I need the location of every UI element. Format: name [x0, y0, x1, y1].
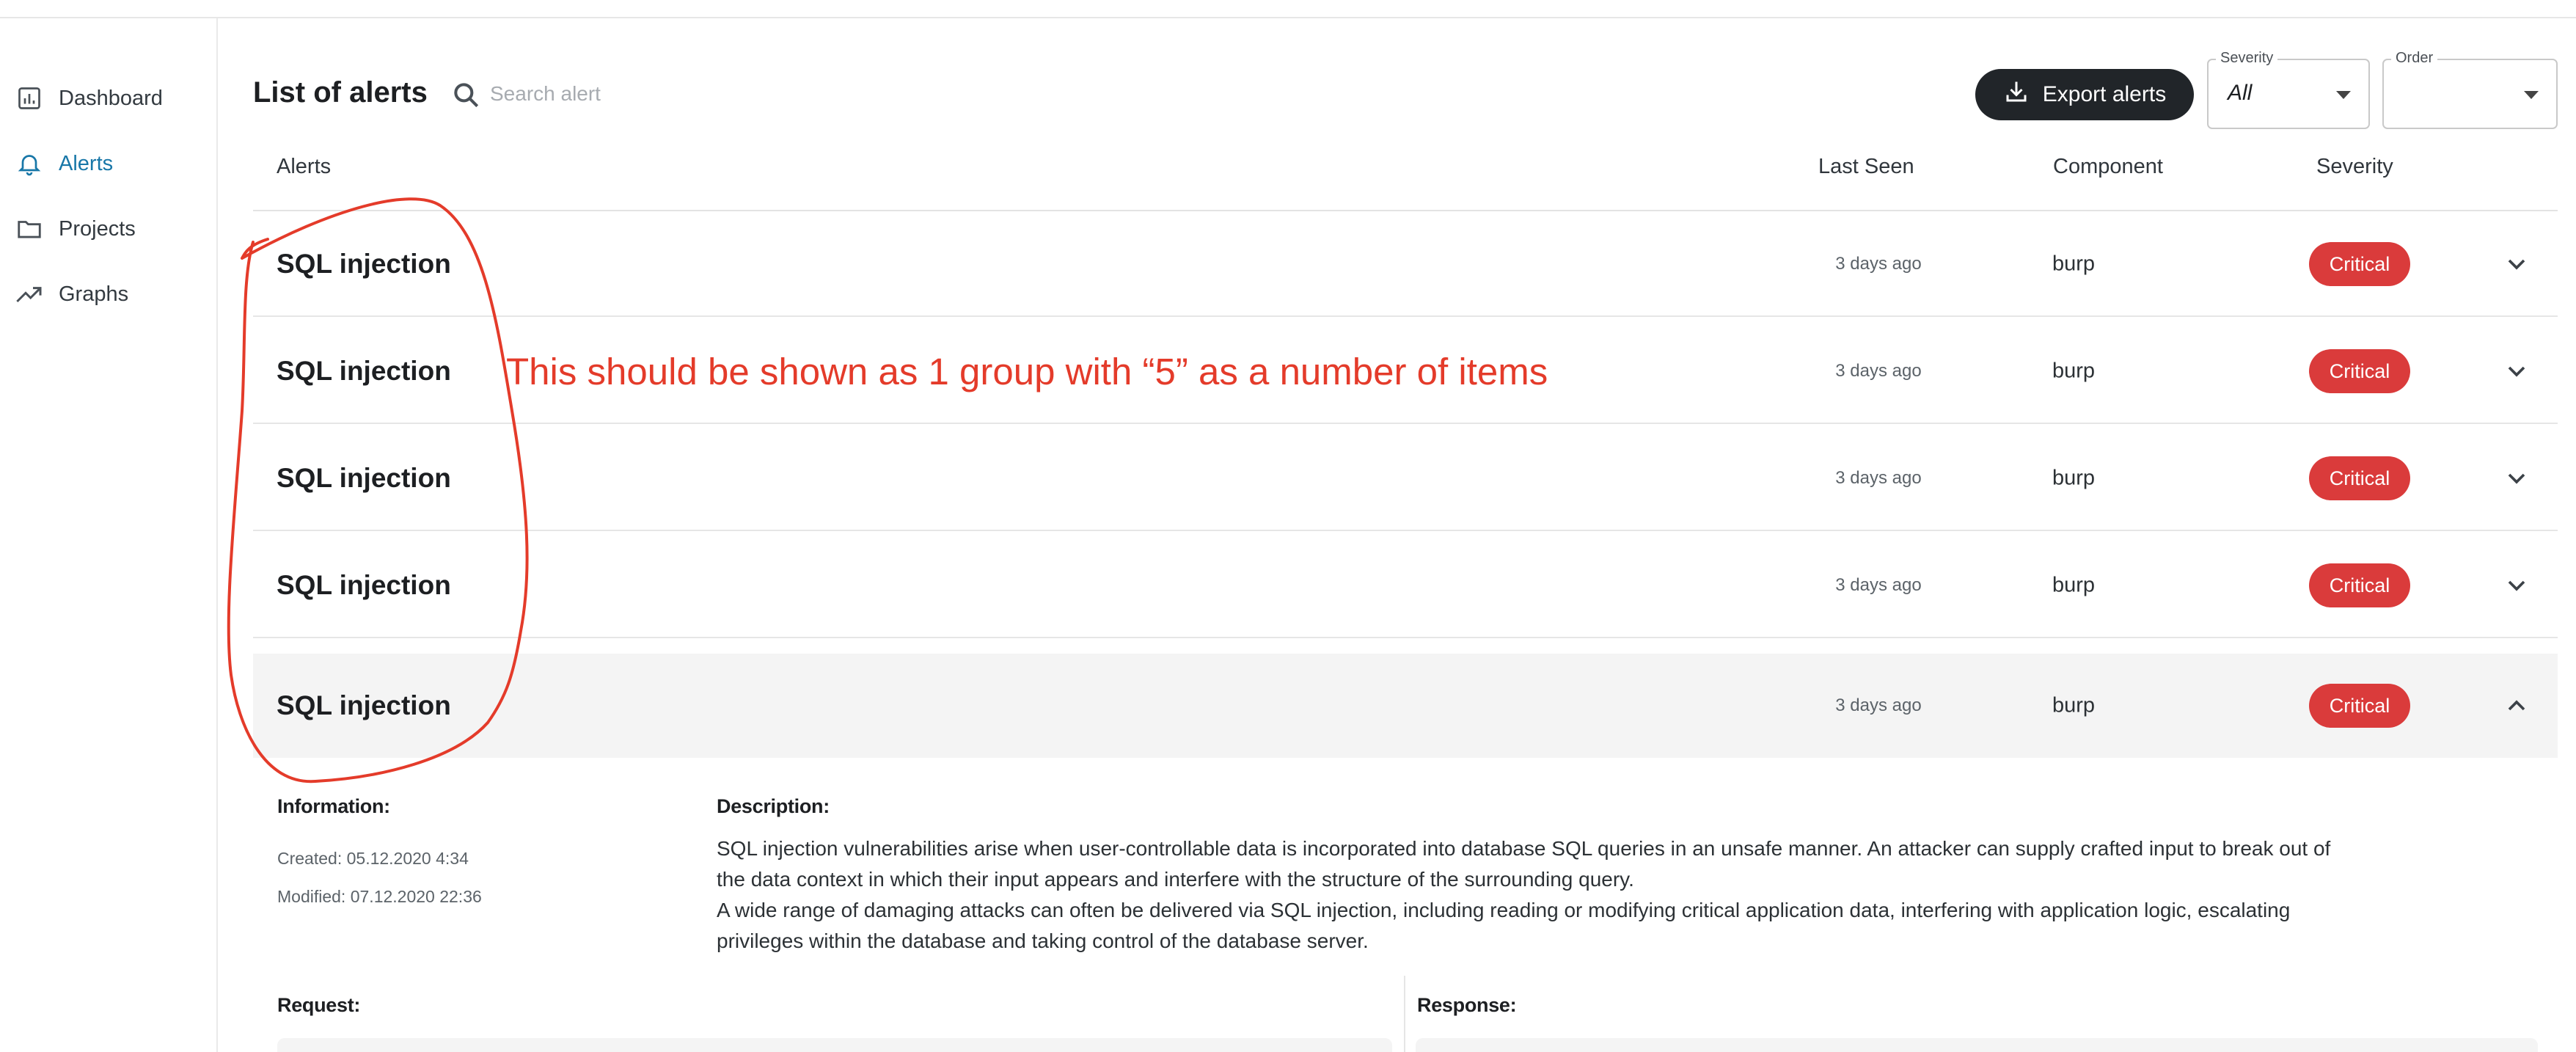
folder-icon — [15, 214, 44, 244]
severity-select-value: All — [2228, 81, 2253, 105]
last-seen: 3 days ago — [1835, 695, 1922, 715]
caret-down-icon — [2336, 91, 2351, 99]
sidebar-item-label: Projects — [59, 216, 136, 241]
component: burp — [2052, 466, 2096, 490]
sidebar: Dashboard Alerts Projects Graphs — [0, 18, 218, 1052]
severity-badge: Critical — [2309, 563, 2410, 607]
information-label: Information: — [277, 795, 390, 817]
search-icon[interactable] — [450, 79, 483, 112]
sidebar-item-label: Alerts — [59, 151, 114, 175]
chevron-down-icon[interactable] — [2502, 571, 2531, 600]
search-input[interactable] — [490, 76, 901, 112]
column-header-component: Component — [2053, 155, 2163, 178]
description-line: privileges within the database and takin… — [717, 929, 1369, 952]
sidebar-item-projects[interactable]: Projects — [0, 203, 216, 255]
created-date: Created: 05.12.2020 4:34 — [277, 849, 469, 868]
alert-name: SQL injection — [277, 249, 451, 279]
component: burp — [2052, 252, 2096, 276]
sidebar-item-dashboard[interactable]: Dashboard — [0, 73, 216, 124]
caret-down-icon — [2524, 91, 2539, 99]
bell-icon — [15, 149, 44, 178]
severity-badge: Critical — [2309, 349, 2410, 393]
component: burp — [2052, 693, 2096, 717]
severity-select-legend: Severity — [2216, 50, 2278, 67]
export-alerts-button[interactable]: Export alerts — [1975, 69, 2194, 120]
description-line: A wide range of damaging attacks can oft… — [717, 899, 2291, 921]
severity-badge: Critical — [2309, 456, 2410, 500]
description-label: Description: — [717, 795, 830, 817]
chevron-down-icon[interactable] — [2502, 464, 2531, 493]
sidebar-item-alerts[interactable]: Alerts — [0, 138, 216, 189]
last-seen: 3 days ago — [1835, 575, 1922, 595]
order-select-legend: Order — [2391, 50, 2438, 67]
column-header-alerts: Alerts — [277, 155, 332, 178]
severity-badge: Critical — [2309, 242, 2410, 286]
chevron-down-icon[interactable] — [2502, 249, 2531, 279]
alert-name: SQL injection — [277, 570, 451, 600]
last-seen: 3 days ago — [1835, 361, 1922, 381]
component: burp — [2052, 573, 2096, 597]
chevron-up-icon[interactable] — [2502, 691, 2531, 720]
export-alerts-label: Export alerts — [2042, 82, 2167, 106]
component: burp — [2052, 359, 2096, 383]
severity-select[interactable]: Severity All — [2207, 50, 2370, 129]
description-text: SQL injection vulnerabilities arise when… — [717, 833, 2536, 957]
modified-date: Modified: 07.12.2020 22:36 — [277, 887, 482, 906]
sidebar-item-label: Graphs — [59, 282, 129, 306]
table-row[interactable]: SQL injection 3 days ago burp Critical — [253, 213, 2558, 317]
last-seen: 3 days ago — [1835, 468, 1922, 488]
column-header-last-seen: Last Seen — [1818, 155, 1914, 178]
description-line: SQL injection vulnerabilities arise when… — [717, 837, 2331, 860]
table-row[interactable]: SQL injection 3 days ago burp Critical — [253, 427, 2558, 531]
request-label: Request: — [277, 994, 361, 1016]
sidebar-item-graphs[interactable]: Graphs — [0, 269, 216, 320]
order-select[interactable]: Order — [2382, 50, 2558, 129]
trending-up-icon — [15, 280, 44, 309]
sidebar-item-label: Dashboard — [59, 86, 163, 110]
annotation-note: This should be shown as 1 group with “5”… — [506, 351, 1548, 392]
download-icon — [2003, 78, 2030, 111]
response-panel — [1416, 1038, 2538, 1052]
chart-box-icon — [15, 84, 44, 113]
request-panel — [277, 1038, 1392, 1052]
description-line: the data context in which their input ap… — [717, 868, 1634, 891]
table-row[interactable]: SQL injection 3 days ago burp Critical — [253, 534, 2558, 638]
alert-name: SQL injection — [277, 463, 451, 493]
last-seen: 3 days ago — [1835, 254, 1922, 274]
response-label: Response: — [1417, 994, 1517, 1016]
alert-name: SQL injection — [277, 356, 451, 386]
request-response-divider — [1404, 976, 1405, 1052]
table-header-divider — [253, 210, 2558, 211]
severity-badge: Critical — [2309, 684, 2410, 728]
page-title: List of alerts — [253, 76, 428, 109]
column-header-severity: Severity — [2316, 155, 2393, 178]
chevron-down-icon[interactable] — [2502, 357, 2531, 386]
alert-name: SQL injection — [277, 690, 451, 720]
table-row-expanded[interactable]: SQL injection 3 days ago burp Critical — [253, 654, 2558, 758]
top-border — [0, 17, 2576, 18]
